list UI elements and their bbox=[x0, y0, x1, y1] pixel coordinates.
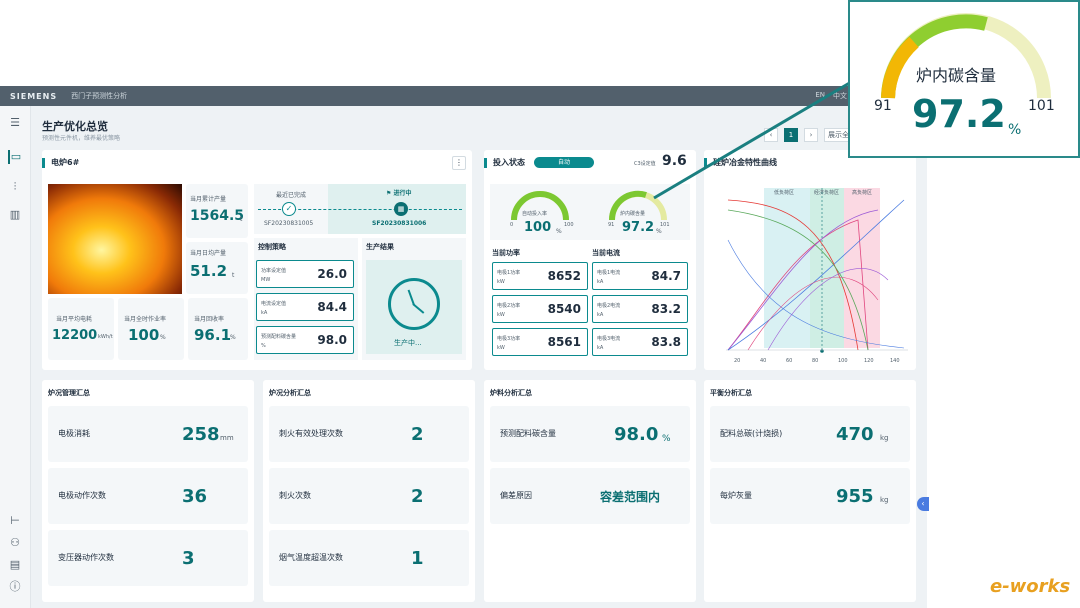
callout-gauge: 炉内碳含量 91 101 97.2 % bbox=[848, 0, 1080, 158]
callout-label: 炉内碳含量 bbox=[916, 66, 997, 85]
callout-max: 101 bbox=[1028, 98, 1055, 114]
callout-unit: % bbox=[1008, 122, 1022, 138]
callout-gauge-arc bbox=[881, 13, 1051, 99]
callout-min: 91 bbox=[874, 98, 892, 114]
callout-value: 97.2 bbox=[912, 92, 1006, 136]
watermark-logo: e-works bbox=[990, 576, 1071, 597]
